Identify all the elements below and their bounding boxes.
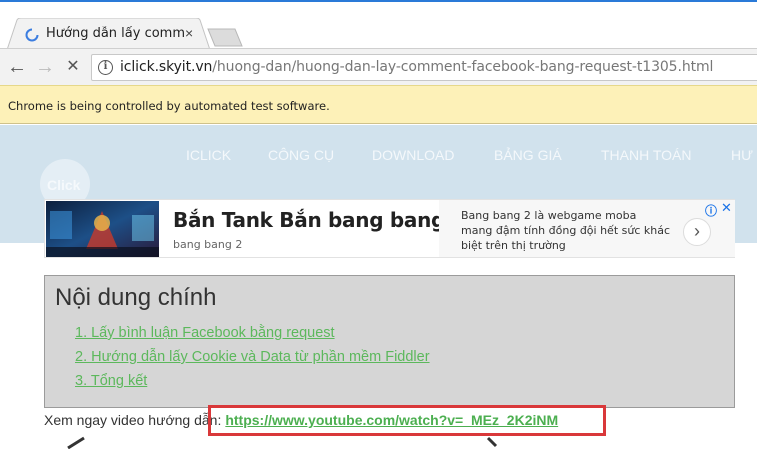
highlight-box xyxy=(208,405,606,436)
url-text[interactable]: iclick.skyit.vn/huong-dan/huong-dan-lay-… xyxy=(120,59,713,75)
page-content: Click ICLICK CÔNG CỤ DOWNLOAD BẢNG GIÁ T… xyxy=(0,125,757,449)
tab-title: Hướng dẫn lấy comment xyxy=(46,26,184,41)
nav-item-huong-dan[interactable]: HƯ xyxy=(731,147,753,163)
toc-item-1[interactable]: 1. Lấy bình luận Facebook bằng request xyxy=(75,325,335,341)
automation-infobar: Chrome is being controlled by automated … xyxy=(0,85,757,124)
ad-description-panel: Bang bang 2 là webgame moba mang đậm tín… xyxy=(439,200,735,257)
ad-subtitle: bang bang 2 xyxy=(173,238,243,251)
chevron-right-icon[interactable]: › xyxy=(683,218,711,246)
new-tab-button[interactable] xyxy=(207,28,243,47)
address-bar[interactable]: i iclick.skyit.vn/huong-dan/huong-dan-la… xyxy=(91,54,757,81)
nav-item-bang-gia[interactable]: BẢNG GIÁ xyxy=(494,147,562,163)
url-path: /huong-dan/huong-dan-lay-comment-faceboo… xyxy=(212,59,714,75)
tab-strip: Hướng dẫn lấy comment × xyxy=(0,0,757,50)
tab-active[interactable]: Hướng dẫn lấy comment × xyxy=(7,18,210,50)
back-arrow-icon[interactable]: ← xyxy=(7,57,27,77)
nav-item-download[interactable]: DOWNLOAD xyxy=(372,147,454,163)
toc-title: Nội dung chính xyxy=(55,284,217,311)
toc-item-2[interactable]: 2. Hướng dẫn lấy Cookie và Data từ phần … xyxy=(75,349,430,365)
ad-title[interactable]: Bắn Tank Bắn bang bang 2 xyxy=(173,208,466,232)
ad-info-icon[interactable]: ⓘ xyxy=(705,202,717,219)
nav-item-thanh-toan[interactable]: THANH TOÁN xyxy=(601,147,692,163)
stop-loading-icon[interactable]: ✕ xyxy=(63,57,83,77)
table-of-contents: Nội dung chính 1. Lấy bình luận Facebook… xyxy=(44,275,735,408)
logo-text: Click xyxy=(47,177,81,193)
ad-banner[interactable]: Bắn Tank Bắn bang bang 2 bang bang 2 Ban… xyxy=(44,199,735,258)
toc-item-3[interactable]: 3. Tổng kết xyxy=(75,373,147,389)
nav-item-cong-cu[interactable]: CÔNG CỤ xyxy=(268,147,334,163)
site-info-icon[interactable]: i xyxy=(98,60,113,75)
url-host: iclick.skyit.vn xyxy=(120,59,213,75)
browser-toolbar: ← → ✕ i iclick.skyit.vn/huong-dan/huong-… xyxy=(0,48,757,85)
ad-close-icon[interactable]: ✕ xyxy=(721,200,732,216)
loading-spinner-icon xyxy=(25,28,39,42)
browser-window: Hướng dẫn lấy comment × ← → ✕ i iclick.s… xyxy=(0,0,757,449)
ad-description: Bang bang 2 là webgame moba mang đậm tín… xyxy=(461,209,671,252)
infobar-message: Chrome is being controlled by automated … xyxy=(8,99,330,113)
tab-close-icon[interactable]: × xyxy=(185,25,193,41)
nav-item-iclick[interactable]: ICLICK xyxy=(186,147,231,163)
video-label: Xem ngay video hướng dẫn: xyxy=(44,412,222,428)
ad-game-image xyxy=(46,201,159,257)
next-heading-partial xyxy=(67,436,498,449)
forward-arrow-icon[interactable]: → xyxy=(35,57,55,77)
